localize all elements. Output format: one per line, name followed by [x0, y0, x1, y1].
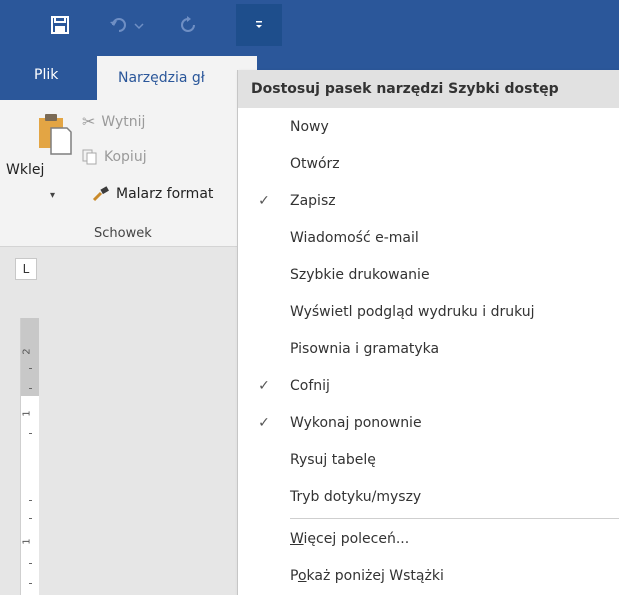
customize-qat-menu: Dostosuj pasek narzędzi Szybki dostęp No… [237, 70, 619, 595]
clipboard-group-label: Schowek [94, 226, 152, 241]
menu-item-label: Cofnij [290, 377, 330, 394]
quick-access-toolbar [0, 0, 619, 50]
menu-separator [290, 518, 619, 519]
menu-item-label: Wiadomość e-mail [290, 229, 419, 246]
menu-title: Dostosuj pasek narzędzi Szybki dostęp [238, 70, 619, 108]
menu-item-label: Więcej poleceń... [290, 531, 409, 547]
menu-item-touch-mode[interactable]: Tryb dotyku/myszy [238, 478, 619, 515]
menu-item-label-rest: ięcej poleceń... [303, 530, 410, 547]
customize-quick-access-button[interactable] [236, 4, 282, 46]
menu-item-save[interactable]: ✓ Zapisz [238, 182, 619, 219]
menu-item-new[interactable]: Nowy [238, 108, 619, 145]
format-painter-button[interactable]: Malarz format [92, 186, 213, 202]
menu-item-label: Zapisz [290, 192, 336, 209]
menu-item-label: Nowy [290, 118, 329, 135]
menu-item-label: Wykonaj ponownie [290, 414, 422, 431]
menu-item-label: Pokaż poniżej Wstążki [290, 568, 444, 584]
ruler-tick [29, 583, 32, 584]
redo-icon [181, 16, 195, 32]
menu-item-label: Rysuj tabelę [290, 451, 376, 468]
copy-button[interactable]: Kopiuj [82, 149, 147, 165]
format-painter-label: Malarz format [116, 186, 214, 202]
check-icon: ✓ [258, 377, 270, 394]
menu-item-label-rest: każ poniżej Wstążki [306, 567, 444, 584]
copy-label: Kopiuj [104, 149, 147, 165]
ruler-tick [29, 518, 32, 519]
ruler-tick [29, 563, 32, 564]
ruler-margin-shade [21, 318, 39, 396]
check-icon: ✓ [258, 192, 270, 209]
customize-dropdown-icon [256, 21, 262, 28]
tab-file[interactable]: Plik [34, 50, 58, 100]
ruler-tick [29, 388, 32, 389]
floppy-disk-icon [51, 16, 69, 34]
paste-dropdown-icon[interactable]: ▾ [50, 190, 55, 201]
menu-item-label: Wyświetl podgląd wydruku i drukuj [290, 303, 535, 320]
menu-item-show-below-ribbon[interactable]: Pokaż poniżej Wstążki [238, 557, 619, 594]
paste-icon [39, 114, 72, 155]
menu-item-spelling[interactable]: Pisownia i gramatyka [238, 330, 619, 367]
mnemonic-letter: o [297, 567, 307, 584]
menu-item-label-start: P [290, 567, 298, 584]
redo-button[interactable] [168, 8, 208, 42]
menu-item-undo[interactable]: ✓ Cofnij [238, 367, 619, 404]
format-painter-icon [92, 186, 109, 202]
vertical-ruler[interactable]: 2 1 1 [20, 318, 39, 595]
mnemonic-letter: W [290, 530, 304, 547]
menu-item-label: Szybkie drukowanie [290, 266, 430, 283]
menu-item-label: Pisownia i gramatyka [290, 340, 440, 357]
menu-item-print-preview[interactable]: Wyświetl podgląd wydruku i drukuj [238, 293, 619, 330]
ruler-number: 1 [21, 538, 33, 545]
menu-item-label: Tryb dotyku/myszy [290, 488, 422, 505]
menu-item-open[interactable]: Otwórz [238, 145, 619, 182]
check-icon: ✓ [258, 414, 270, 431]
scissors-icon: ✂ [82, 112, 96, 131]
cut-button[interactable]: ✂ Wytnij [82, 112, 145, 131]
ruler-tick [29, 500, 32, 501]
undo-icon [110, 18, 144, 32]
paste-label[interactable]: Wklej [6, 162, 44, 178]
undo-button[interactable] [100, 8, 158, 42]
ruler-number: 1 [21, 410, 33, 417]
tab-home[interactable]: Narzędzia gł [97, 56, 257, 100]
menu-item-email[interactable]: Wiadomość e-mail [238, 219, 619, 256]
ruler-number: 2 [21, 348, 33, 355]
ruler-tick [29, 433, 32, 434]
save-button[interactable] [40, 8, 80, 42]
menu-item-more-commands[interactable]: Więcej poleceń... [238, 520, 619, 557]
paste-button[interactable] [20, 110, 86, 160]
menu-item-quick-print[interactable]: Szybkie drukowanie [238, 256, 619, 293]
menu-item-label: Otwórz [290, 155, 340, 172]
menu-item-draw-table[interactable]: Rysuj tabelę [238, 441, 619, 478]
tab-selector[interactable]: L [15, 258, 37, 280]
ruler-tick [29, 368, 32, 369]
menu-item-redo[interactable]: ✓ Wykonaj ponownie [238, 404, 619, 441]
cut-label: Wytnij [101, 113, 146, 130]
copy-icon [82, 149, 97, 165]
